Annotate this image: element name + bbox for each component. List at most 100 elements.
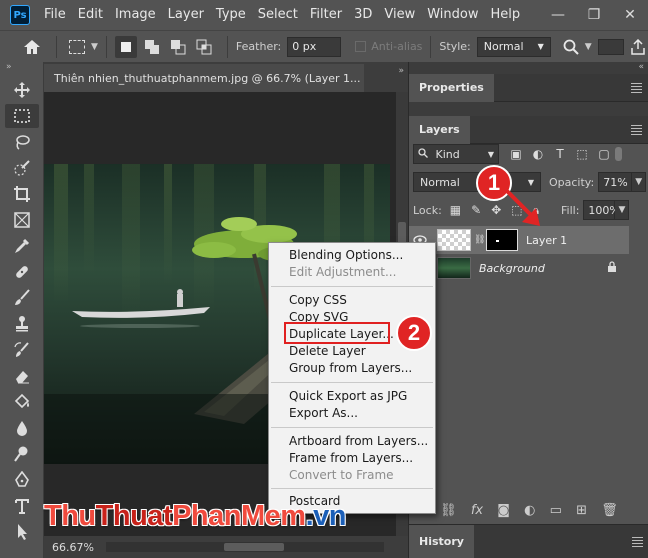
expand-arrows-icon[interactable]: »: [398, 66, 404, 76]
collapse-panels-icon[interactable]: «: [409, 62, 648, 74]
delete-layer-icon[interactable]: 🗑︎: [601, 503, 618, 518]
pen-tool[interactable]: [5, 468, 39, 492]
chevron-down-icon[interactable]: ▼: [615, 200, 630, 220]
menu-item-group-from-layers[interactable]: Group from Layers...: [289, 360, 412, 377]
layer-mask-thumbnail[interactable]: [486, 229, 518, 251]
new-layer-icon[interactable]: ⊞: [576, 503, 587, 518]
share-icon[interactable]: [630, 38, 646, 55]
minimize-button[interactable]: —: [540, 0, 576, 30]
fx-icon[interactable]: fx: [471, 503, 483, 518]
rect-marquee-preset-icon[interactable]: [69, 39, 85, 54]
filter-toggle[interactable]: [615, 147, 622, 161]
search-icon[interactable]: [563, 39, 579, 55]
quick-selection-tool[interactable]: [5, 156, 39, 180]
menu-item-copy-css[interactable]: Copy CSS: [289, 292, 347, 309]
restore-button[interactable]: ❐: [576, 0, 612, 30]
layer-name[interactable]: Background: [479, 262, 545, 275]
paint-bucket-tool[interactable]: [5, 390, 39, 414]
eyedropper-tool[interactable]: [5, 234, 39, 258]
menu-item-copy-svg[interactable]: Copy SVG: [289, 309, 348, 326]
type-filter-icon[interactable]: T: [553, 147, 567, 161]
chain-link-icon[interactable]: ⛓︎: [474, 235, 485, 245]
add-mask-icon[interactable]: ◙: [497, 503, 510, 518]
image-filter-icon[interactable]: ▣: [509, 147, 523, 161]
history-brush-tool[interactable]: [5, 338, 39, 362]
subtract-selection-button[interactable]: [167, 36, 189, 58]
pen-icon: [15, 471, 29, 487]
crop-tool[interactable]: [5, 182, 39, 206]
kind-filter-select[interactable]: Kind ▼: [413, 144, 499, 164]
feather-input[interactable]: 0 px: [287, 36, 342, 57]
layer-row-layer-1[interactable]: ⛓︎ Layer 1: [409, 226, 629, 254]
add-selection-button[interactable]: [141, 36, 163, 58]
scrollbar-thumb[interactable]: [224, 543, 284, 551]
document-tab[interactable]: Thiên nhien_thuthuatphanmem.jpg @ 66.7% …: [44, 64, 364, 92]
adjustment-filter-icon[interactable]: ◐: [531, 147, 545, 161]
menu-select[interactable]: Select: [252, 0, 304, 30]
brush-tool[interactable]: [5, 286, 39, 310]
intersect-selection-button[interactable]: [193, 36, 215, 58]
tab-history[interactable]: History: [409, 524, 474, 558]
adjustment-layer-icon[interactable]: ◐: [524, 503, 535, 518]
menu-item-blending-options[interactable]: Blending Options...: [289, 247, 403, 264]
blur-tool[interactable]: [5, 416, 39, 440]
new-group-icon[interactable]: ▭: [550, 503, 562, 518]
zoom-level[interactable]: 66.67%: [44, 541, 96, 554]
menu-filter[interactable]: Filter: [304, 0, 348, 30]
frame-tool[interactable]: [5, 208, 39, 232]
menu-separator: [271, 382, 433, 383]
new-selection-button[interactable]: [114, 35, 137, 58]
lock-transparent-icon[interactable]: ▦: [450, 203, 461, 217]
layer-row-background[interactable]: Background: [409, 254, 629, 282]
menu-item-duplicate-layer[interactable]: Duplicate Layer...: [289, 326, 394, 343]
panel-menu-icon[interactable]: [624, 82, 648, 93]
menu-type[interactable]: Type: [210, 0, 252, 30]
menu-view[interactable]: View: [378, 0, 421, 30]
menu-3d[interactable]: 3D: [348, 0, 378, 30]
layer-thumbnail[interactable]: [437, 229, 471, 251]
type-tool[interactable]: [5, 494, 39, 518]
menu-help[interactable]: Help: [485, 0, 527, 30]
chevron-down-icon[interactable]: ▼: [585, 42, 592, 52]
menu-item-export-as[interactable]: Export As...: [289, 405, 358, 422]
collapse-arrows-icon[interactable]: »: [0, 62, 43, 76]
rectangular-marquee-tool[interactable]: [5, 104, 39, 128]
lock-paint-icon[interactable]: ✎: [471, 203, 481, 217]
anti-alias-checkbox[interactable]: [355, 41, 367, 52]
dodge-tool[interactable]: [5, 442, 39, 466]
eraser-tool[interactable]: [5, 364, 39, 388]
home-button[interactable]: [16, 33, 48, 61]
tab-properties[interactable]: Properties: [409, 73, 494, 102]
style-select[interactable]: Normal ▼: [476, 36, 551, 57]
menu-file[interactable]: File: [38, 0, 72, 30]
chevron-down-icon[interactable]: ▼: [91, 42, 98, 52]
menu-item-delete-layer[interactable]: Delete Layer: [289, 343, 366, 360]
menu-image[interactable]: Image: [109, 0, 162, 30]
menu-item-frame-from-layers[interactable]: Frame from Layers...: [289, 450, 413, 467]
path-selection-tool[interactable]: [5, 520, 39, 544]
menu-layer[interactable]: Layer: [162, 0, 210, 30]
menu-edit[interactable]: Edit: [72, 0, 109, 30]
shape-filter-icon[interactable]: ⬚: [575, 147, 589, 161]
layer-thumbnail[interactable]: [437, 257, 471, 279]
menu-item-quick-export-jpg[interactable]: Quick Export as JPG: [289, 388, 407, 405]
opacity-input[interactable]: 71%: [598, 172, 633, 192]
lasso-tool[interactable]: [5, 130, 39, 154]
document-tab-bar: Thiên nhien_thuthuatphanmem.jpg @ 66.7% …: [44, 62, 408, 92]
clone-stamp-tool[interactable]: [5, 312, 39, 336]
healing-brush-tool[interactable]: [5, 260, 39, 284]
menu-window[interactable]: Window: [421, 0, 484, 30]
panel-menu-icon[interactable]: [625, 536, 648, 547]
layer-name[interactable]: Layer 1: [526, 234, 567, 247]
menu-item-artboard-from-layers[interactable]: Artboard from Layers...: [289, 433, 428, 450]
workspace-field[interactable]: [597, 38, 624, 55]
chevron-down-icon[interactable]: ▼: [632, 172, 647, 192]
smart-object-filter-icon[interactable]: ▢: [597, 147, 611, 161]
tab-layers[interactable]: Layers: [409, 115, 470, 144]
panel-menu-icon[interactable]: [624, 124, 648, 135]
fill-input[interactable]: 100%: [583, 200, 620, 220]
move-tool[interactable]: [5, 78, 39, 102]
link-layers-icon[interactable]: ⛓︎: [440, 503, 457, 518]
horizontal-scrollbar[interactable]: [106, 542, 384, 552]
close-button[interactable]: ✕: [612, 0, 648, 30]
